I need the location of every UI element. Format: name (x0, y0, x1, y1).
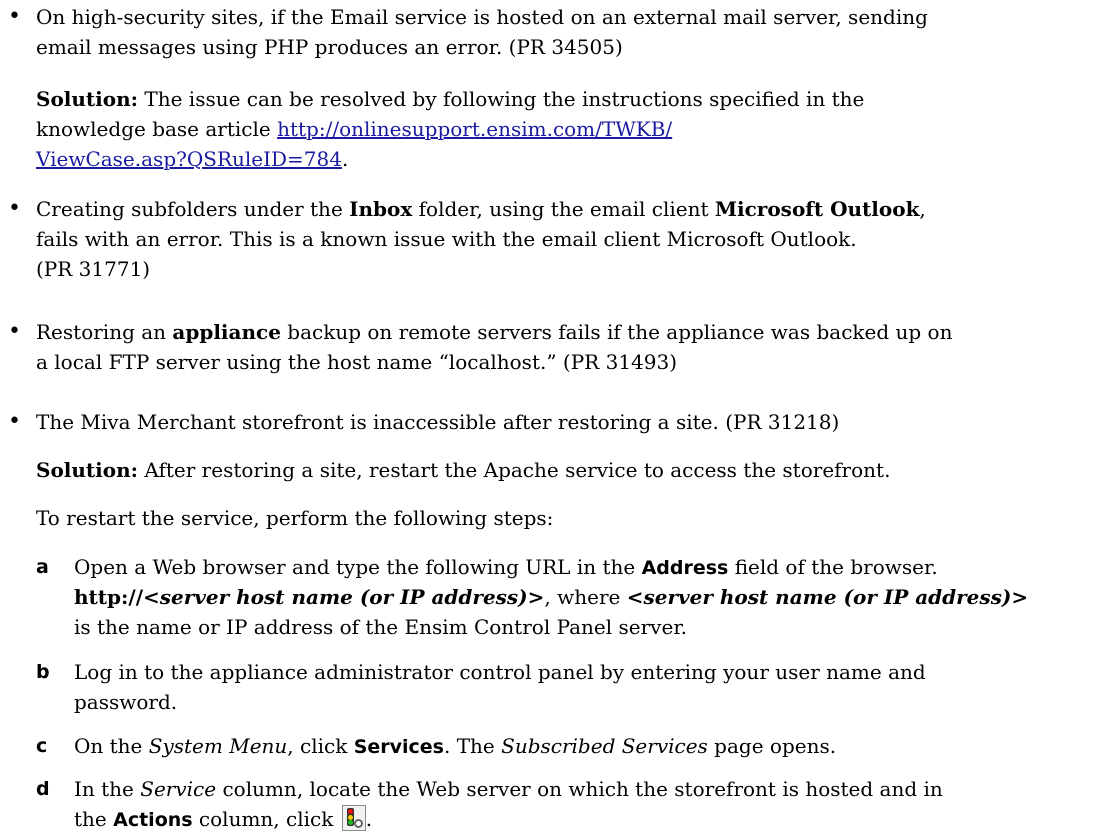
address-field-term: Address (641, 557, 729, 579)
step-letter: b (36, 661, 50, 683)
step-letter: c (36, 735, 48, 757)
step-letter: a (36, 556, 49, 578)
inbox-term: Inbox (349, 197, 413, 221)
solution-paragraph: Solution: The issue can be resolved by f… (36, 87, 865, 171)
outlook-term: Microsoft Outlook (714, 197, 920, 221)
appliance-term: appliance (172, 320, 281, 344)
kb-article-link[interactable]: http://onlinesupport.ensim.com/TWKB/ (277, 117, 672, 141)
document-page: • On high-security sites, if the Email s… (0, 0, 1112, 831)
item-text: fails with an error. This is a known iss… (36, 227, 857, 251)
item-text: email messages using PHP produces an err… (36, 35, 623, 59)
service-status-traffic-light-icon (341, 805, 366, 831)
solution-label: Solution: (36, 87, 139, 111)
item-text: The Miva Merchant storefront is inaccess… (36, 410, 840, 434)
solution-paragraph: Solution: After restoring a site, restar… (36, 458, 891, 482)
steps-intro: To restart the service, perform the foll… (36, 506, 554, 530)
item-text: (PR 31771) (36, 257, 151, 281)
services-term: Services (353, 736, 444, 758)
bullet: • (8, 319, 21, 344)
bullet: • (8, 409, 21, 434)
step-letter: d (36, 778, 50, 800)
item-text: a local FTP server using the host name “… (36, 350, 678, 374)
item-text: On high-security sites, if the Email ser… (36, 5, 928, 29)
solution-label: Solution: (36, 458, 139, 482)
bullet: • (8, 196, 21, 221)
bullet: • (8, 4, 21, 29)
actions-term: Actions (113, 809, 193, 831)
kb-article-link[interactable]: ViewCase.asp?QSRuleID=784 (36, 147, 342, 171)
